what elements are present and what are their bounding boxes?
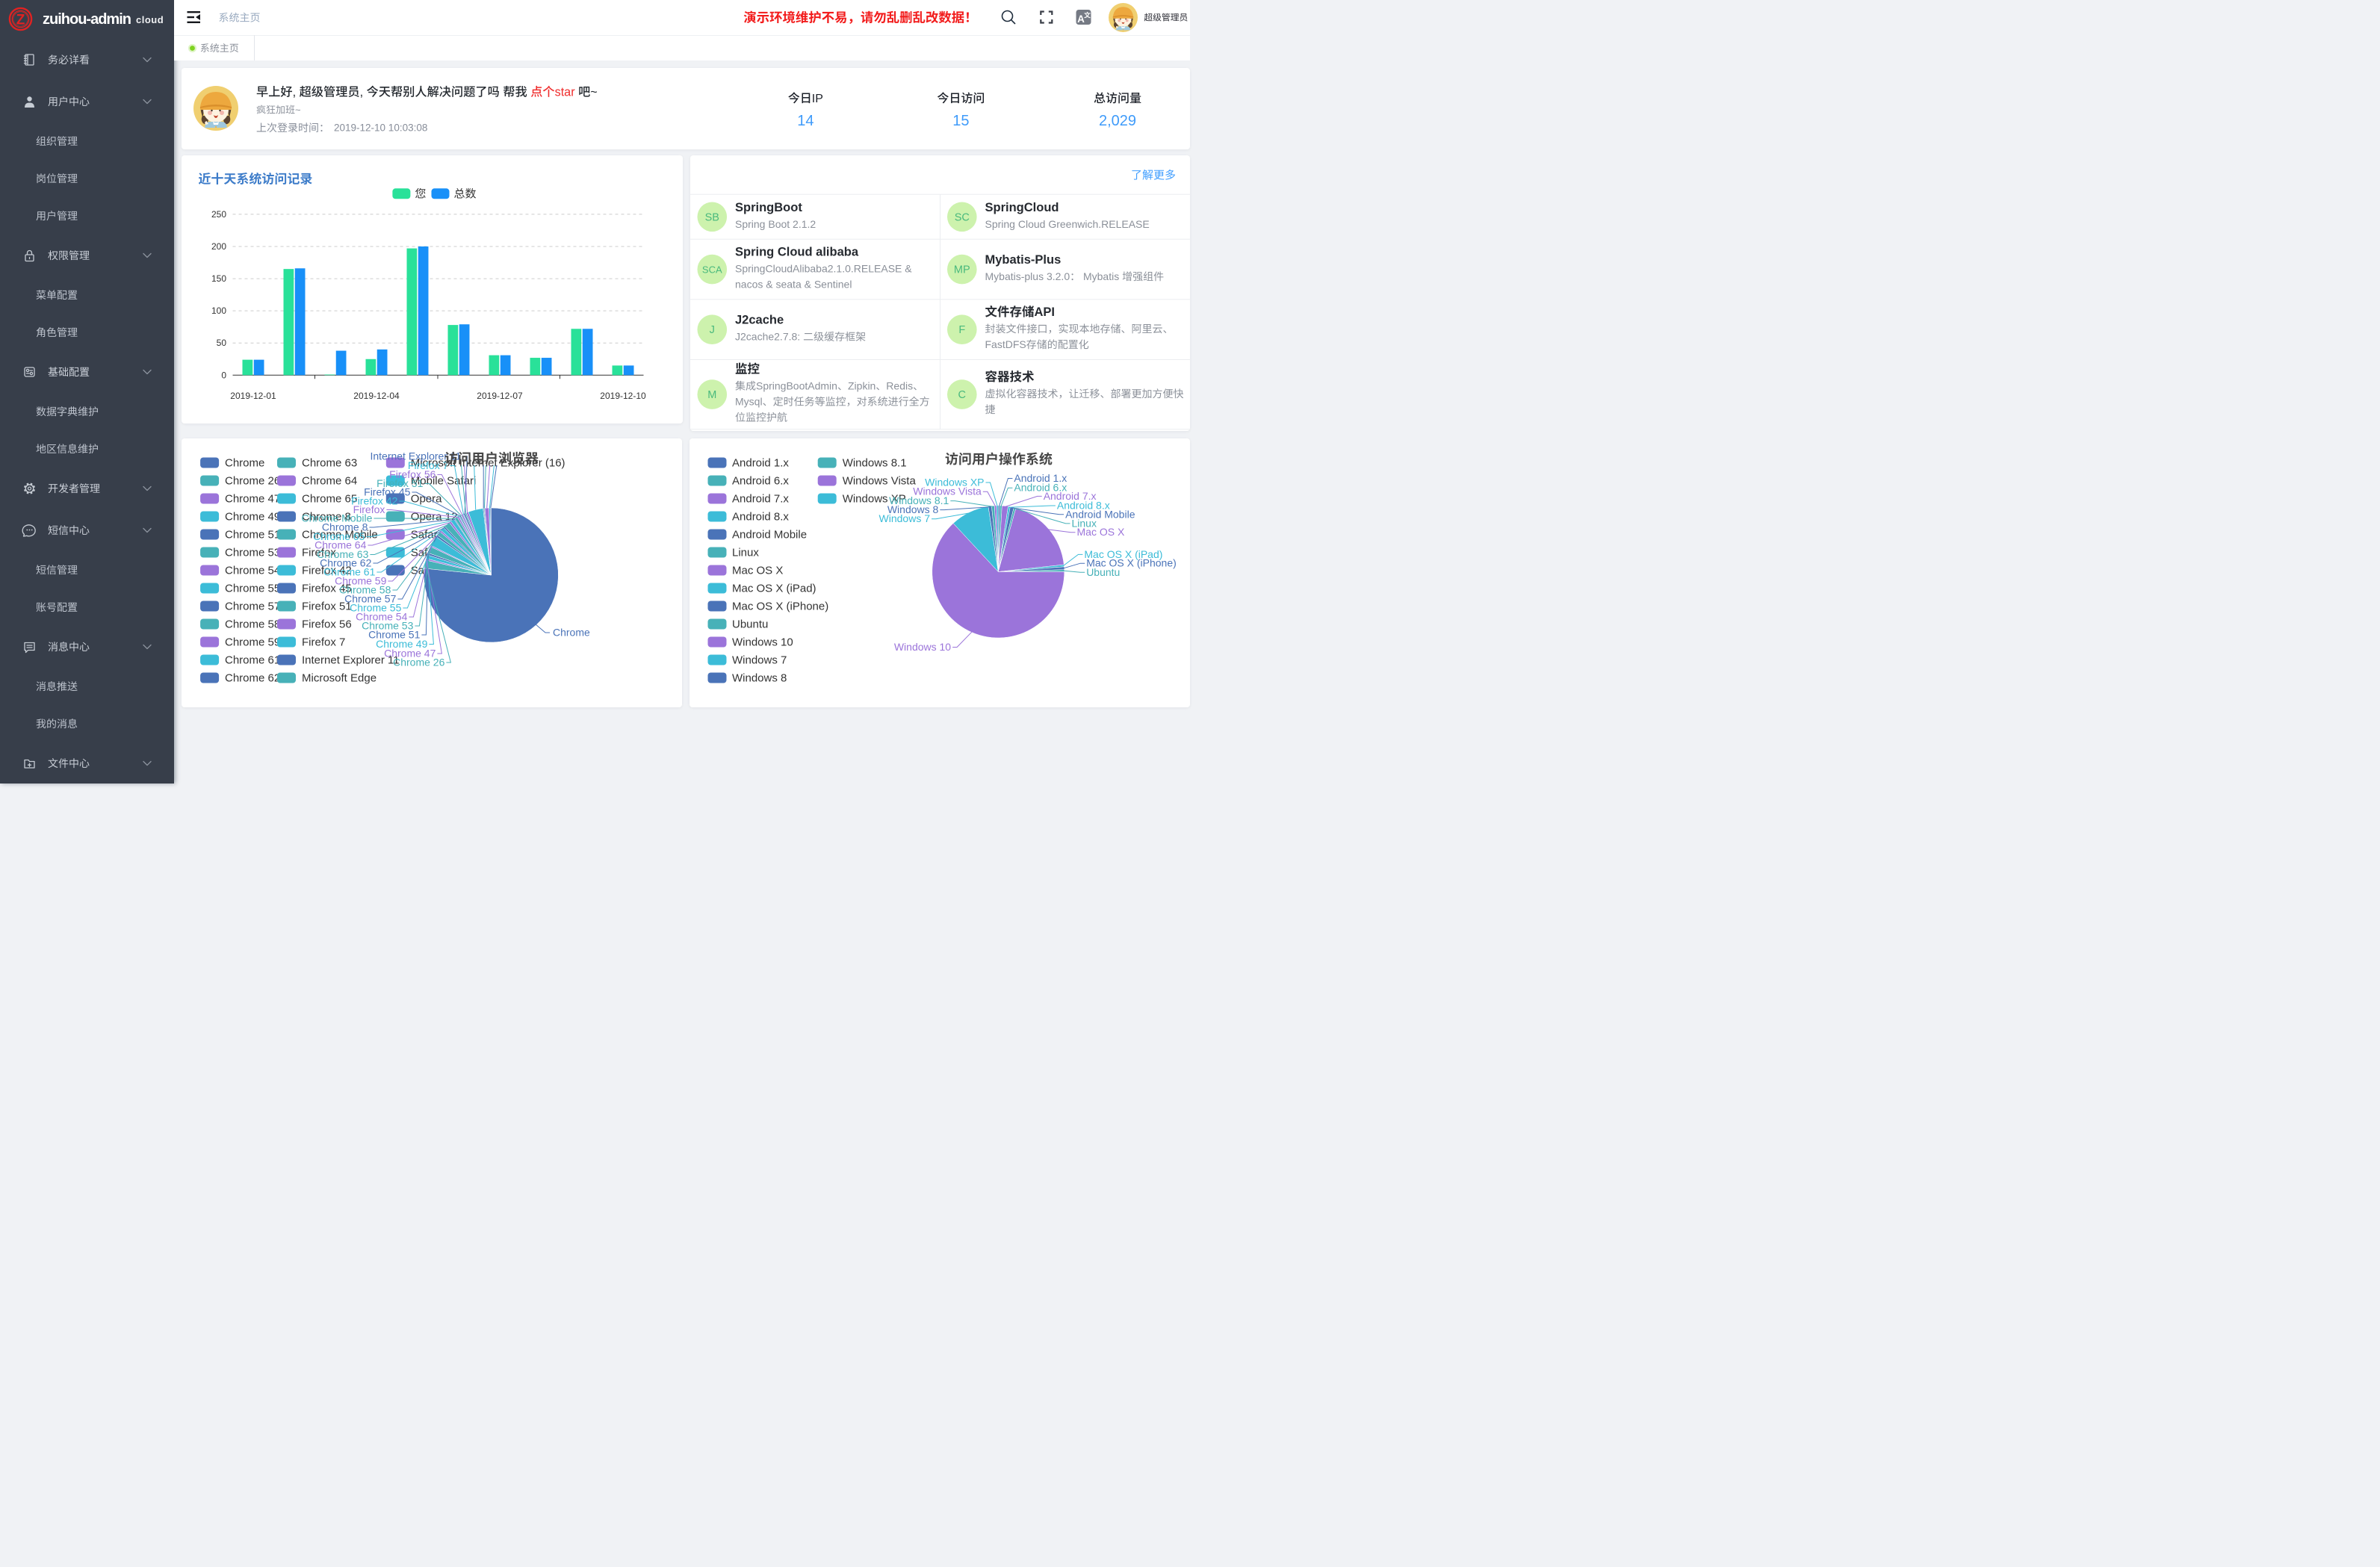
svg-text:Android 8.x: Android 8.x xyxy=(732,511,789,524)
svg-text:zuihou-admin: zuihou-admin xyxy=(43,11,131,28)
svg-text:Chrome 47: Chrome 47 xyxy=(225,493,280,506)
svg-text:A: A xyxy=(1077,13,1085,25)
svg-text:Chrome 51: Chrome 51 xyxy=(225,529,280,542)
svg-text:Spring Boot 2.1.2: Spring Boot 2.1.2 xyxy=(735,218,816,230)
svg-text:Ubuntu: Ubuntu xyxy=(1086,566,1120,578)
svg-text:Windows Vista: Windows Vista xyxy=(843,475,917,488)
svg-text:API: API xyxy=(1035,305,1056,319)
svg-text:Windows 10: Windows 10 xyxy=(732,636,793,649)
svg-text:SpringBoot: SpringBoot xyxy=(735,201,802,214)
svg-text:~: ~ xyxy=(295,104,301,115)
svg-text:Chrome 26: Chrome 26 xyxy=(225,475,280,488)
svg-text:0: 0 xyxy=(221,370,226,380)
svg-text:2019-12-10 10:03:08: 2019-12-10 10:03:08 xyxy=(334,122,427,133)
svg-text:star: star xyxy=(554,85,575,99)
svg-text:Spring Cloud Greenwich.RELEASE: Spring Cloud Greenwich.RELEASE xyxy=(985,218,1150,230)
svg-text:Chrome 65: Chrome 65 xyxy=(302,493,357,506)
svg-text:~: ~ xyxy=(590,85,597,99)
svg-text:Chrome 61: Chrome 61 xyxy=(225,654,280,667)
svg-text:Mybatis-plus 3.2.0: Mybatis-plus 3.2.0 xyxy=(985,270,1070,282)
svg-text:Chrome 49: Chrome 49 xyxy=(225,511,280,524)
svg-text:Zipkin: Zipkin xyxy=(848,380,876,392)
svg-text:Spring Cloud alibaba: Spring Cloud alibaba xyxy=(735,246,859,259)
svg-text:Mac OS X: Mac OS X xyxy=(1077,526,1125,538)
svg-text:Chrome 64: Chrome 64 xyxy=(302,475,357,488)
svg-text:Chrome 63: Chrome 63 xyxy=(302,457,357,470)
svg-text:MP: MP xyxy=(954,264,970,276)
svg-text:J2cache: J2cache xyxy=(735,314,784,327)
svg-text:IP: IP xyxy=(811,93,822,105)
svg-text:,: , xyxy=(292,85,299,99)
svg-text:Android 7.x: Android 7.x xyxy=(732,493,789,506)
svg-text:SC: SC xyxy=(955,211,970,223)
svg-text:cloud: cloud xyxy=(136,14,164,25)
svg-text:150: 150 xyxy=(211,273,226,284)
svg-text:200: 200 xyxy=(211,241,226,252)
svg-text:Windows 10: Windows 10 xyxy=(894,641,951,653)
svg-text:FastDFS: FastDFS xyxy=(985,338,1026,350)
svg-text:Windows 8: Windows 8 xyxy=(732,672,787,685)
svg-text:Chrome 54: Chrome 54 xyxy=(225,565,280,577)
svg-text:Firefox 56: Firefox 56 xyxy=(302,618,352,631)
svg-text:14: 14 xyxy=(797,113,814,129)
svg-text:Chrome 62: Chrome 62 xyxy=(225,672,280,685)
svg-text:Windows 8.1: Windows 8.1 xyxy=(843,457,907,470)
svg-text:Mac OS X (iPhone): Mac OS X (iPhone) xyxy=(732,601,828,613)
svg-text:100: 100 xyxy=(211,305,226,316)
svg-text:J2cache2.7.8:: J2cache2.7.8: xyxy=(735,331,803,343)
svg-text:Chrome 53: Chrome 53 xyxy=(225,547,280,559)
svg-text:Chrome 59: Chrome 59 xyxy=(225,636,280,649)
svg-text:Android Mobile: Android Mobile xyxy=(732,529,807,542)
svg-text:SpringCloud: SpringCloud xyxy=(985,201,1059,214)
svg-text:Chrome 55: Chrome 55 xyxy=(225,583,280,595)
svg-text:SB: SB xyxy=(705,211,719,223)
svg-text:,: , xyxy=(359,85,366,99)
svg-text:SpringCloudAlibaba2.1.0.RELEAS: SpringCloudAlibaba2.1.0.RELEASE & xyxy=(735,263,912,275)
svg-text:Z: Z xyxy=(16,13,25,28)
svg-text:Chrome 26: Chrome 26 xyxy=(393,657,444,668)
svg-text:Android 1.x: Android 1.x xyxy=(732,457,789,470)
svg-text:2019-12-04: 2019-12-04 xyxy=(353,391,400,401)
svg-text:Mac OS X: Mac OS X xyxy=(732,565,783,577)
svg-text:Windows 7: Windows 7 xyxy=(732,654,787,667)
svg-text:Mysql: Mysql xyxy=(735,396,763,408)
svg-text:Ubuntu: Ubuntu xyxy=(732,618,768,631)
svg-text:Chrome: Chrome xyxy=(225,457,264,470)
svg-text:nacos & seata & Sentinel: nacos & seata & Sentinel xyxy=(735,279,852,291)
svg-text:Windows XP: Windows XP xyxy=(925,477,984,488)
svg-text:50: 50 xyxy=(216,338,226,348)
svg-text:Mybatis-Plus: Mybatis-Plus xyxy=(985,253,1062,267)
svg-text:Microsoft Edge: Microsoft Edge xyxy=(302,672,376,685)
svg-text:2019-12-10: 2019-12-10 xyxy=(600,391,646,401)
svg-text:2019-12-07: 2019-12-07 xyxy=(477,391,523,401)
svg-text:Mac OS X (iPad): Mac OS X (iPad) xyxy=(732,583,816,595)
svg-text:Android 6.x: Android 6.x xyxy=(732,475,789,488)
svg-text:Chrome 57: Chrome 57 xyxy=(225,601,280,613)
svg-text:15: 15 xyxy=(952,113,969,129)
svg-text:Linux: Linux xyxy=(732,547,759,559)
svg-text:Firefox 7: Firefox 7 xyxy=(302,636,345,649)
svg-text:SpringBootAdmin: SpringBootAdmin xyxy=(756,380,837,392)
svg-text:C: C xyxy=(958,389,966,401)
svg-text:M: M xyxy=(707,389,716,401)
svg-text:J: J xyxy=(710,324,715,336)
svg-text:2,029: 2,029 xyxy=(1099,113,1136,129)
svg-text:2019-12-01: 2019-12-01 xyxy=(230,391,276,401)
svg-text:Mybatis: Mybatis xyxy=(1080,270,1122,282)
svg-text:SCA: SCA xyxy=(702,264,722,276)
svg-text:250: 250 xyxy=(211,209,226,220)
svg-text:Chrome: Chrome xyxy=(553,627,590,639)
svg-text:F: F xyxy=(958,324,965,336)
svg-text:Chrome 58: Chrome 58 xyxy=(225,618,280,631)
svg-text:Redis: Redis xyxy=(886,380,913,392)
